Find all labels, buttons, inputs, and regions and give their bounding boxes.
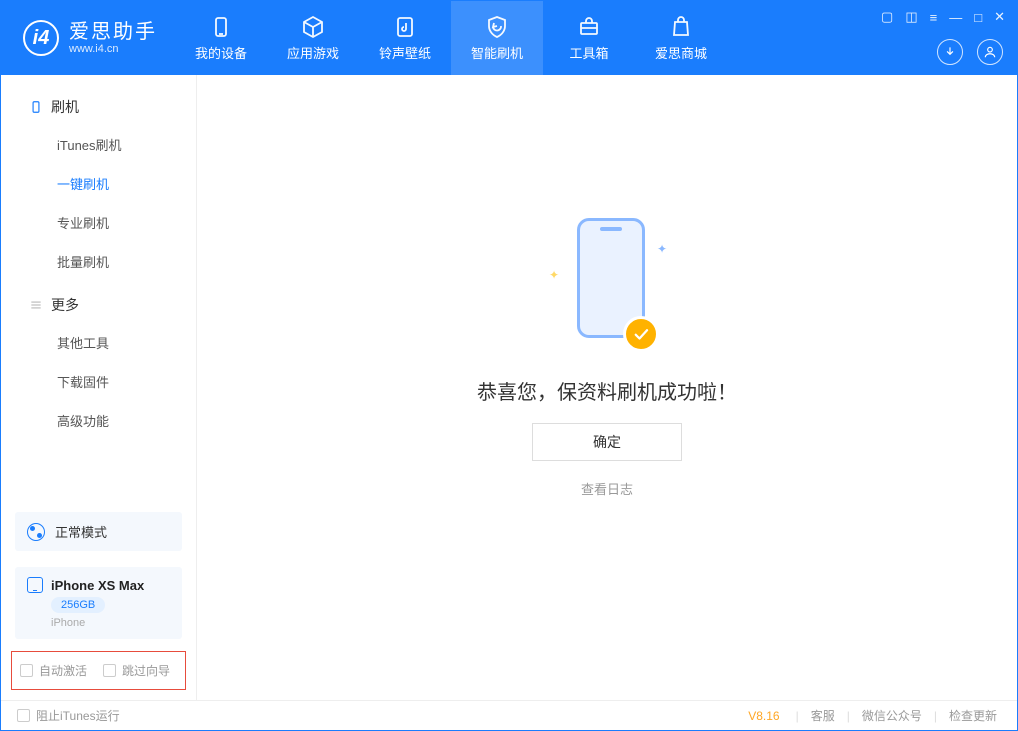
app-url: www.i4.cn — [69, 43, 157, 55]
tab-flash[interactable]: 智能刷机 — [451, 1, 543, 75]
sidebar: 刷机 iTunes刷机 一键刷机 专业刷机 批量刷机 更多 其他工具 下载固件 … — [1, 75, 197, 700]
update-link[interactable]: 检查更新 — [949, 707, 997, 724]
tabs: 我的设备 应用游戏 铃声壁纸 智能刷机 工具箱 爱思商城 — [175, 1, 727, 75]
maximize-button[interactable]: □ — [974, 10, 982, 25]
checkbox-auto-activate[interactable]: 自动激活 — [20, 662, 87, 679]
tab-label: 工具箱 — [569, 43, 608, 62]
tab-my-device[interactable]: 我的设备 — [175, 1, 267, 75]
device-type: iPhone — [51, 617, 85, 629]
sidebar-header-more: 更多 — [1, 287, 196, 323]
tab-label: 我的设备 — [195, 43, 247, 62]
checkbox-label: 跳过向导 — [122, 662, 170, 679]
checkbox-skip-guide[interactable]: 跳过向导 — [103, 662, 170, 679]
support-link[interactable]: 客服 — [811, 707, 835, 724]
shirt-icon[interactable]: ▢ — [881, 9, 893, 25]
app-window: i4 爱思助手 www.i4.cn 我的设备 应用游戏 铃声壁纸 智能刷机 — [0, 0, 1018, 731]
tab-label: 铃声壁纸 — [379, 43, 431, 62]
checkbox-label: 自动激活 — [39, 662, 87, 679]
success-message: 恭喜您，保资料刷机成功啦！ — [477, 376, 737, 405]
device-name: iPhone XS Max — [51, 578, 144, 593]
download-icon — [943, 45, 957, 59]
tab-label: 应用游戏 — [287, 43, 339, 62]
sidebar-item-itunes-flash[interactable]: iTunes刷机 — [1, 125, 196, 164]
logo-icon: i4 — [23, 20, 59, 56]
success-illustration: ✦ ✦ — [547, 218, 667, 358]
list-icon — [29, 298, 43, 312]
header: i4 爱思助手 www.i4.cn 我的设备 应用游戏 铃声壁纸 智能刷机 — [1, 1, 1017, 75]
user-icon — [983, 45, 997, 59]
wechat-link[interactable]: 微信公众号 — [862, 707, 922, 724]
device-icon — [29, 100, 43, 114]
body: 刷机 iTunes刷机 一键刷机 专业刷机 批量刷机 更多 其他工具 下载固件 … — [1, 75, 1017, 700]
sidebar-header-flash: 刷机 — [1, 89, 196, 125]
sidebar-item-download-firmware[interactable]: 下载固件 — [1, 362, 196, 401]
mode-icon — [27, 523, 45, 541]
sidebar-item-pro-flash[interactable]: 专业刷机 — [1, 203, 196, 242]
sidebar-section-title: 刷机 — [51, 97, 79, 117]
footer: 阻止iTunes运行 V8.16 | 客服 | 微信公众号 | 检查更新 — [1, 700, 1017, 730]
logo-text: 爱思助手 www.i4.cn — [69, 21, 157, 55]
sidebar-item-oneclick-flash[interactable]: 一键刷机 — [1, 164, 196, 203]
tab-toolbox[interactable]: 工具箱 — [543, 1, 635, 75]
view-log-link[interactable]: 查看日志 — [581, 479, 633, 498]
checkbox-icon — [17, 709, 30, 722]
sparkle-icon: ✦ — [657, 242, 667, 256]
user-button[interactable] — [977, 39, 1003, 65]
device-storage: 256GB — [51, 597, 105, 613]
download-button[interactable] — [937, 39, 963, 65]
app-name: 爱思助手 — [69, 21, 157, 43]
sidebar-section-more: 更多 其他工具 下载固件 高级功能 — [1, 287, 196, 446]
feedback-icon[interactable]: ◫ — [905, 9, 917, 25]
close-button[interactable]: ✕ — [994, 9, 1005, 25]
tab-apps[interactable]: 应用游戏 — [267, 1, 359, 75]
tab-store[interactable]: 爱思商城 — [635, 1, 727, 75]
tab-label: 智能刷机 — [471, 43, 523, 62]
options-highlight: 自动激活 跳过向导 — [11, 651, 186, 690]
device-box[interactable]: iPhone XS Max 256GB iPhone — [15, 567, 182, 639]
sidebar-item-advanced[interactable]: 高级功能 — [1, 401, 196, 440]
checkbox-icon — [20, 664, 33, 677]
ok-button[interactable]: 确定 — [532, 423, 682, 461]
checkbox-label: 阻止iTunes运行 — [36, 707, 120, 724]
logo-block: i4 爱思助手 www.i4.cn — [1, 20, 175, 56]
sparkle-icon: ✦ — [549, 268, 559, 282]
device-phone-icon — [27, 577, 43, 593]
tab-label: 爱思商城 — [655, 43, 707, 62]
mode-box[interactable]: 正常模式 — [15, 512, 182, 551]
sidebar-section-title: 更多 — [51, 295, 79, 315]
window-controls: ▢ ◫ ≡ — □ ✕ — [881, 9, 1005, 25]
minimize-button[interactable]: — — [949, 10, 962, 25]
header-actions — [937, 39, 1003, 65]
cube-icon — [301, 15, 325, 39]
mode-label: 正常模式 — [55, 522, 107, 541]
menu-icon[interactable]: ≡ — [930, 10, 938, 25]
version-label: V8.16 — [748, 709, 779, 723]
phone-icon — [209, 15, 233, 39]
checkbox-icon — [103, 664, 116, 677]
checkbox-block-itunes[interactable]: 阻止iTunes运行 — [17, 707, 120, 724]
toolbox-icon — [577, 15, 601, 39]
shield-refresh-icon — [485, 15, 509, 39]
music-icon — [393, 15, 417, 39]
main-content: ✦ ✦ 恭喜您，保资料刷机成功啦！ 确定 查看日志 — [197, 75, 1017, 700]
tab-ringtones[interactable]: 铃声壁纸 — [359, 1, 451, 75]
sidebar-section-flash: 刷机 iTunes刷机 一键刷机 专业刷机 批量刷机 — [1, 89, 196, 287]
sidebar-item-other-tools[interactable]: 其他工具 — [1, 323, 196, 362]
check-badge-icon — [623, 316, 659, 352]
bag-icon — [669, 15, 693, 39]
sidebar-item-batch-flash[interactable]: 批量刷机 — [1, 242, 196, 281]
